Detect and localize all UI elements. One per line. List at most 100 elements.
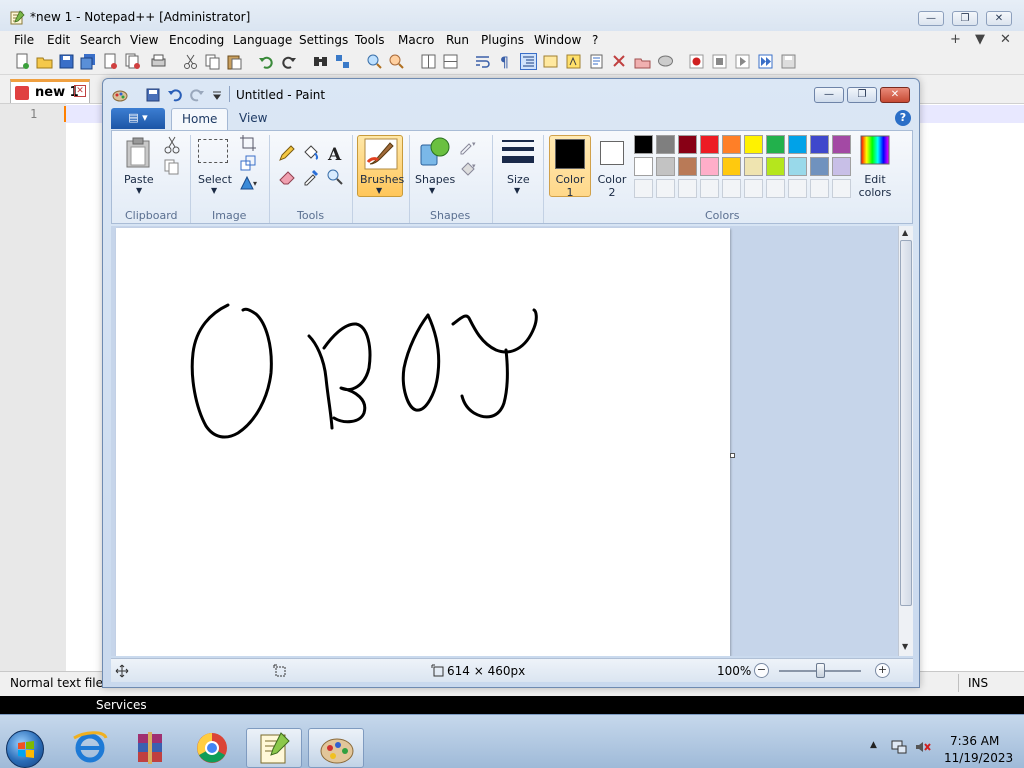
custom-color-slot[interactable] [656,179,675,198]
resize-icon[interactable] [238,153,258,173]
fill-icon[interactable]: ▾ [458,159,478,179]
color-1-button[interactable]: Color 1 [549,135,591,199]
show-hidden-icons-icon[interactable]: ▲ [870,740,877,750]
vertical-scrollbar[interactable]: ▲ ▼ [898,226,913,656]
monitor-icon[interactable] [634,53,651,70]
palette-swatch[interactable] [678,135,697,154]
size-dropdown-icon[interactable]: ▼ [514,186,520,195]
help-icon[interactable]: ? [895,110,911,126]
custom-color-slot[interactable] [722,179,741,198]
crop-icon[interactable] [238,133,258,153]
play-macro-icon[interactable] [734,53,751,70]
volume-muted-icon[interactable] [914,738,932,756]
magnifier-icon[interactable] [325,167,345,187]
size-icon[interactable] [501,137,535,167]
edit-colors-icon[interactable] [860,135,890,165]
shapes-dropdown-icon[interactable]: ▼ [429,186,435,195]
save-macro-icon[interactable] [780,53,797,70]
menu-help[interactable]: ? [592,33,598,47]
palette-swatch[interactable] [788,135,807,154]
redo-icon[interactable] [280,53,297,70]
npp-close-button[interactable]: ✕ [986,11,1012,26]
palette-swatch[interactable] [832,157,851,176]
replace-icon[interactable] [334,53,351,70]
npp-tab-list-icon[interactable]: ▼ [975,32,985,47]
close-file-icon[interactable] [102,53,119,70]
zoom-out-icon[interactable] [388,53,405,70]
tab-close-icon[interactable]: ✕ [74,85,86,97]
network-icon[interactable] [890,738,908,756]
print-icon[interactable] [150,53,167,70]
scroll-up-arrow-icon[interactable]: ▲ [902,228,908,237]
shapes-button-label[interactable]: Shapes [415,173,455,186]
menu-settings[interactable]: Settings [299,33,348,47]
cut-icon[interactable] [182,53,199,70]
text-tool-icon[interactable]: A [325,143,345,163]
color-2-number[interactable]: 2 [596,186,628,199]
palette-swatch[interactable] [788,157,807,176]
menu-tools[interactable]: Tools [355,33,385,47]
paste-button-label[interactable]: Paste [124,173,154,186]
brushes-button[interactable]: Brushes ▼ [357,135,404,197]
paint-file-menu-button[interactable]: ▤ ▾ [111,108,165,129]
paste-icon[interactable] [226,53,243,70]
menu-run[interactable]: Run [446,33,469,47]
npp-maximize-button[interactable]: ❐ [952,11,978,26]
custom-color-slot[interactable] [788,179,807,198]
menu-encoding[interactable]: Encoding [169,33,224,47]
npp-close-doc-icon[interactable]: ✕ [1000,32,1011,47]
taskbar-file-archive[interactable] [122,728,178,768]
fill-bucket-icon[interactable] [301,143,321,163]
save-all-icon[interactable] [80,53,97,70]
custom-color-slot[interactable] [634,179,653,198]
paint-app-icon[interactable] [112,87,128,103]
custom-color-slot[interactable] [766,179,785,198]
menu-window[interactable]: Window [534,33,581,47]
quick-save-icon[interactable] [145,87,161,103]
clock-date[interactable]: 11/19/2023 [944,751,1013,765]
quick-redo-icon[interactable] [189,87,205,103]
zoom-out-icon[interactable]: − [754,663,769,678]
select-icon[interactable] [198,139,228,163]
scrollbar-thumb[interactable] [900,240,912,606]
clock-time[interactable]: 7:36 AM [950,734,999,748]
rotate-icon[interactable]: ▾ [238,173,258,193]
edit-colors-label-1[interactable]: Edit [857,173,893,186]
word-wrap-icon[interactable] [474,53,491,70]
cut-icon[interactable] [162,135,182,155]
undo-icon[interactable] [258,53,275,70]
show-all-chars-icon[interactable]: ¶ [496,53,513,70]
taskbar-notepad-plus-plus[interactable] [246,728,302,768]
palette-swatch[interactable] [634,135,653,154]
tab-new-1[interactable]: new 1 ✕ [10,79,90,103]
palette-swatch[interactable] [722,135,741,154]
copy-icon[interactable] [204,53,221,70]
palette-swatch[interactable] [678,157,697,176]
custom-color-slot[interactable] [744,179,763,198]
drawing-canvas[interactable] [116,228,730,656]
palette-swatch[interactable] [766,135,785,154]
paint-maximize-button[interactable]: ❐ [847,87,877,103]
tab-view[interactable]: View [229,108,277,130]
npp-minimize-button[interactable]: — [918,11,944,26]
palette-swatch[interactable] [766,157,785,176]
function-list-icon[interactable] [588,53,605,70]
find-icon[interactable] [312,53,329,70]
menu-language[interactable]: Language [233,33,292,47]
zoom-in-icon[interactable] [366,53,383,70]
open-file-icon[interactable] [36,53,53,70]
zoom-in-icon[interactable]: + [875,663,890,678]
palette-swatch[interactable] [832,135,851,154]
paste-icon[interactable] [125,137,155,169]
custom-color-slot[interactable] [700,179,719,198]
custom-color-slot[interactable] [678,179,697,198]
doc-map-icon[interactable] [565,53,582,70]
scroll-down-arrow-icon[interactable]: ▼ [902,642,908,651]
color-picker-icon[interactable] [301,167,321,187]
sync-horizontal-icon[interactable] [442,53,459,70]
palette-swatch[interactable] [744,135,763,154]
palette-swatch[interactable] [634,157,653,176]
new-file-icon[interactable] [14,53,31,70]
menu-search[interactable]: Search [80,33,121,47]
user-lang-icon[interactable] [542,53,559,70]
